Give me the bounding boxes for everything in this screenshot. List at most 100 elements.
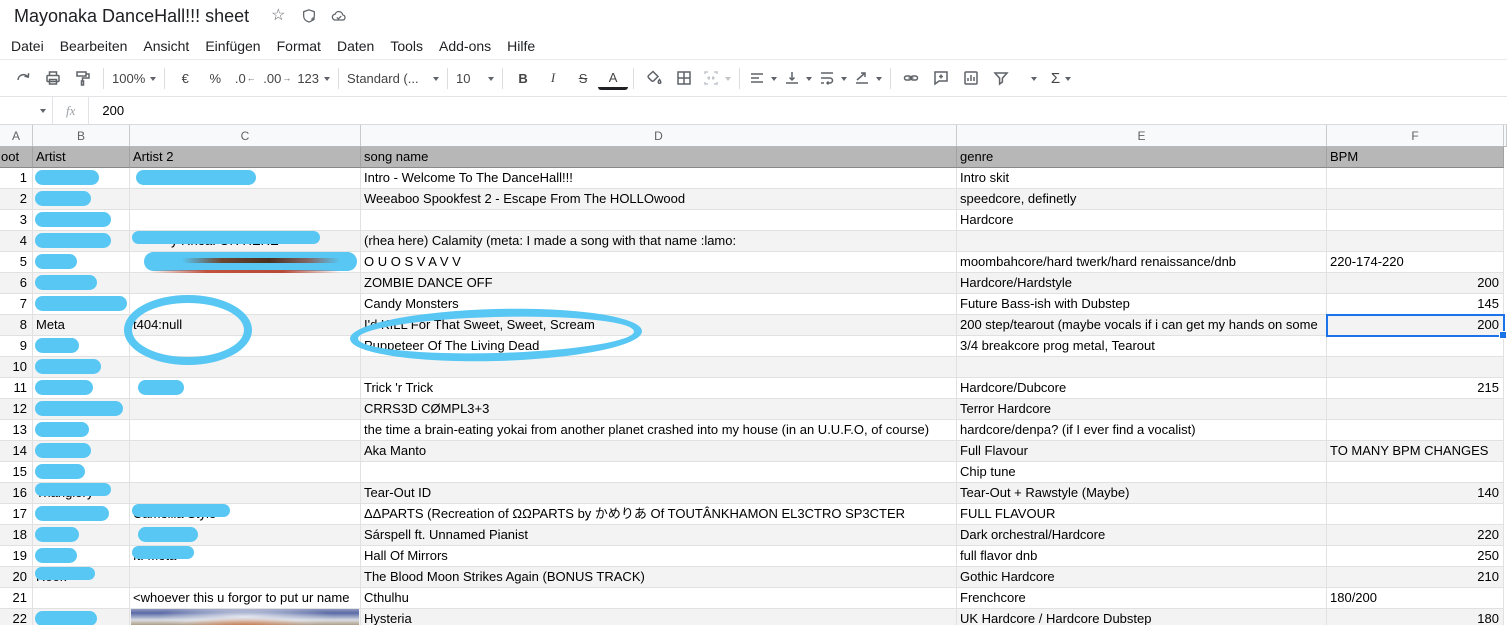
cloud-saved-icon[interactable] [331,8,347,24]
sheet-header-cell-b[interactable]: Artist [33,147,130,168]
cell-row-number[interactable]: 19 [0,546,33,567]
increase-decimal-button[interactable]: .00→ [260,65,294,91]
cell-artist2[interactable] [130,420,361,441]
cell-bpm[interactable]: 210 [1327,567,1504,588]
cell-genre[interactable]: speedcore, definetly [957,189,1327,210]
cell-song-name[interactable]: ZOMBIE DANCE OFF [361,273,957,294]
cell-genre[interactable]: Full Flavour [957,441,1327,462]
cell-row-number[interactable]: 21 [0,588,33,609]
cell-song-name[interactable]: (rhea here) Calamity (meta: I made a son… [361,231,957,252]
sheet-header-cell-f[interactable]: BPM [1327,147,1504,168]
cell-song-name[interactable]: O U O S V A V V [361,252,957,273]
menu-einfuegen[interactable]: Einfügen [205,38,260,54]
cell-row-number[interactable]: 20 [0,567,33,588]
borders-button[interactable] [669,65,699,91]
menu-bearbeiten[interactable]: Bearbeiten [60,38,128,54]
cell-bpm[interactable]: 200 [1327,273,1504,294]
cell-genre[interactable]: Intro skit [957,168,1327,189]
column-header-f[interactable]: F [1327,125,1504,146]
decrease-decimal-button[interactable]: .0← [230,65,260,91]
strikethrough-button[interactable]: S [568,65,598,91]
cell-bpm[interactable]: 250 [1327,546,1504,567]
column-header-d[interactable]: D [361,125,957,146]
cell-row-number[interactable]: 13 [0,420,33,441]
column-header-a[interactable]: A [0,125,33,146]
cell-song-name[interactable]: Cthulhu [361,588,957,609]
cell-row-number[interactable]: 7 [0,294,33,315]
cell-artist2[interactable] [130,609,361,625]
cell-row-number[interactable]: 2 [0,189,33,210]
spreadsheet-title[interactable]: Mayonaka DanceHall!!! sheet [14,6,249,27]
menu-ansicht[interactable]: Ansicht [143,38,189,54]
cell-artist[interactable] [33,399,130,420]
cell-artist2[interactable] [130,567,361,588]
cell-row-number[interactable]: 17 [0,504,33,525]
cell-song-name[interactable]: Hall Of Mirrors [361,546,957,567]
cell-artist2[interactable] [130,168,361,189]
cell-genre[interactable]: Hardcore [957,210,1327,231]
cell-bpm[interactable]: 140 [1327,483,1504,504]
cell-genre[interactable]: Dark orchestral/Hardcore [957,525,1327,546]
cell-row-number[interactable]: 5 [0,252,33,273]
cell-genre[interactable]: Hardcore/Dubcore [957,378,1327,399]
cell-song-name[interactable]: The Blood Moon Strikes Again (BONUS TRAC… [361,567,957,588]
cell-bpm[interactable]: 180 [1327,609,1504,625]
cell-genre[interactable]: Chip tune [957,462,1327,483]
menu-tools[interactable]: Tools [390,38,423,54]
zoom-select[interactable]: 100% [109,65,159,91]
cell-bpm[interactable] [1327,168,1504,189]
cell-artist2[interactable] [130,273,361,294]
cell-artist[interactable] [33,588,130,609]
cell-genre[interactable] [957,231,1327,252]
font-size-select[interactable]: 10 [453,65,497,91]
text-color-button[interactable]: A [598,69,628,90]
cell-bpm[interactable] [1327,336,1504,357]
cell-artist[interactable] [33,273,130,294]
cell-bpm[interactable] [1327,189,1504,210]
cell-artist2[interactable] [130,378,361,399]
cell-bpm[interactable] [1327,231,1504,252]
cell-artist[interactable]: Trianglory [33,483,130,504]
cell-artist[interactable] [33,609,130,625]
cell-genre[interactable]: 3/4 breakcore prog metal, Tearout [957,336,1327,357]
column-header-b[interactable]: B [33,125,130,146]
cell-artist[interactable] [33,525,130,546]
cell-artist[interactable] [33,504,130,525]
cell-genre[interactable] [957,357,1327,378]
cell-artist2[interactable] [130,462,361,483]
sheet-header-cell-d[interactable]: song name [361,147,957,168]
cell-artist[interactable] [33,231,130,252]
menu-format[interactable]: Format [277,38,321,54]
cell-row-number[interactable]: 15 [0,462,33,483]
cell-artist2[interactable] [130,399,361,420]
cell-artist[interactable] [33,378,130,399]
cell-bpm[interactable]: TO MANY BPM CHANGES [1327,441,1504,462]
print-button[interactable] [38,65,68,91]
column-header-c[interactable]: C [130,125,361,146]
cell-genre[interactable]: Frenchcore [957,588,1327,609]
cell-artist[interactable] [33,252,130,273]
cell-row-number[interactable]: 14 [0,441,33,462]
embedded-image-thumbnail[interactable] [131,609,359,625]
italic-button[interactable]: I [538,65,568,91]
cell-song-name[interactable]: Sárspell ft. Unnamed Pianist [361,525,957,546]
name-box[interactable] [0,97,53,124]
cell-bpm[interactable]: 145 [1327,294,1504,315]
cell-row-number[interactable]: 10 [0,357,33,378]
cell-artist[interactable] [33,336,130,357]
cell-song-name[interactable]: ΔΔPARTS (Recreation of ΩΩPARTS by かめりあ O… [361,504,957,525]
cell-artist[interactable] [33,189,130,210]
cell-bpm[interactable]: 180/200 [1327,588,1504,609]
cell-genre[interactable]: moombahcore/hard twerk/hard renaissance/… [957,252,1327,273]
cell-genre[interactable]: 200 step/tearout (maybe vocals if i can … [957,315,1327,336]
cell-genre[interactable]: hardcore/denpa? (if I ever find a vocali… [957,420,1327,441]
format-currency-button[interactable]: € [170,65,200,91]
sheet-header-cell-c[interactable]: Artist 2 [130,147,361,168]
sheet-header-cell-a[interactable]: oot [0,147,33,168]
redo-button[interactable] [8,65,38,91]
formula-input[interactable]: 200 [89,103,124,118]
cell-artist2[interactable]: ft. Meta [130,546,361,567]
cell-song-name[interactable]: Trick 'r Trick [361,378,957,399]
cell-song-name[interactable]: Tear-Out ID [361,483,957,504]
cell-song-name[interactable]: CRRS3D CØMPL3+3 [361,399,957,420]
